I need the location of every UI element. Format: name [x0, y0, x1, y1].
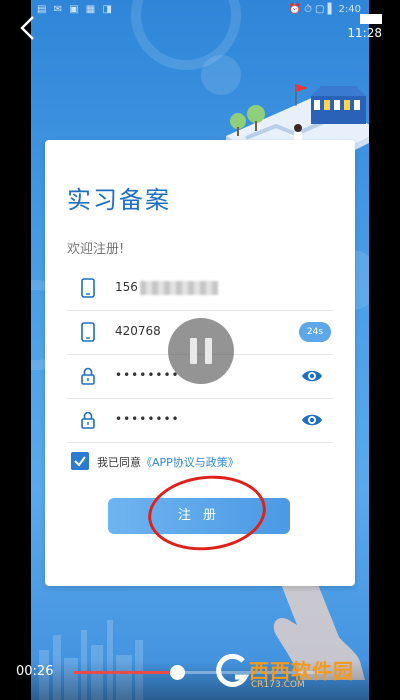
redacted-phone-digits [139, 280, 218, 295]
video-progress-knob[interactable] [169, 665, 185, 680]
code-countdown-button[interactable]: 24s [299, 322, 331, 342]
video-current-time: 00:26 [16, 664, 54, 679]
phone-icon [81, 278, 95, 298]
verification-code-value: 420768 [115, 324, 161, 338]
phone-icon [81, 322, 95, 342]
back-arrow-icon[interactable] [16, 14, 40, 42]
confirm-password-value: •••••••• [115, 412, 180, 426]
video-top-indicator [360, 14, 382, 24]
confirm-password-field[interactable]: •••••••• [67, 398, 333, 443]
agreement-text: 我已同意《APP协议与政策》 [97, 456, 239, 469]
phone-field[interactable]: 156 [67, 266, 333, 311]
eye-icon[interactable] [301, 412, 323, 428]
phone-value: 156 [115, 280, 218, 295]
welcome-text: 欢迎注册! [67, 242, 125, 257]
lock-icon [81, 411, 95, 429]
page-title: 实习备案 [67, 186, 171, 214]
eye-icon[interactable] [301, 368, 323, 384]
password-value: •••••••• [115, 368, 180, 382]
pause-icon [205, 338, 212, 364]
video-clock-top: 11:28 [347, 26, 382, 40]
watermark-logo: 西西软件园 CR173.COM [215, 648, 380, 696]
watermark-g-icon [216, 653, 250, 687]
status-right-icons: ⏰ ⏱ ▢ ▌ 2:40 [288, 4, 361, 15]
agreement-link[interactable]: 《APP协议与政策》 [141, 456, 239, 469]
status-bar: ▤ ✉ ▣ ▦ ◨ ⏰ ⏱ ▢ ▌ 2:40 [31, 0, 369, 24]
checkbox-checked-icon[interactable] [71, 452, 89, 470]
video-progress-fill [74, 671, 177, 674]
lock-icon [81, 367, 95, 385]
status-left-icons: ▤ ✉ ▣ ▦ ◨ [37, 4, 114, 15]
pause-icon [190, 338, 197, 364]
pause-button[interactable] [168, 318, 234, 384]
watermark-sub: CR173.COM [251, 680, 305, 690]
